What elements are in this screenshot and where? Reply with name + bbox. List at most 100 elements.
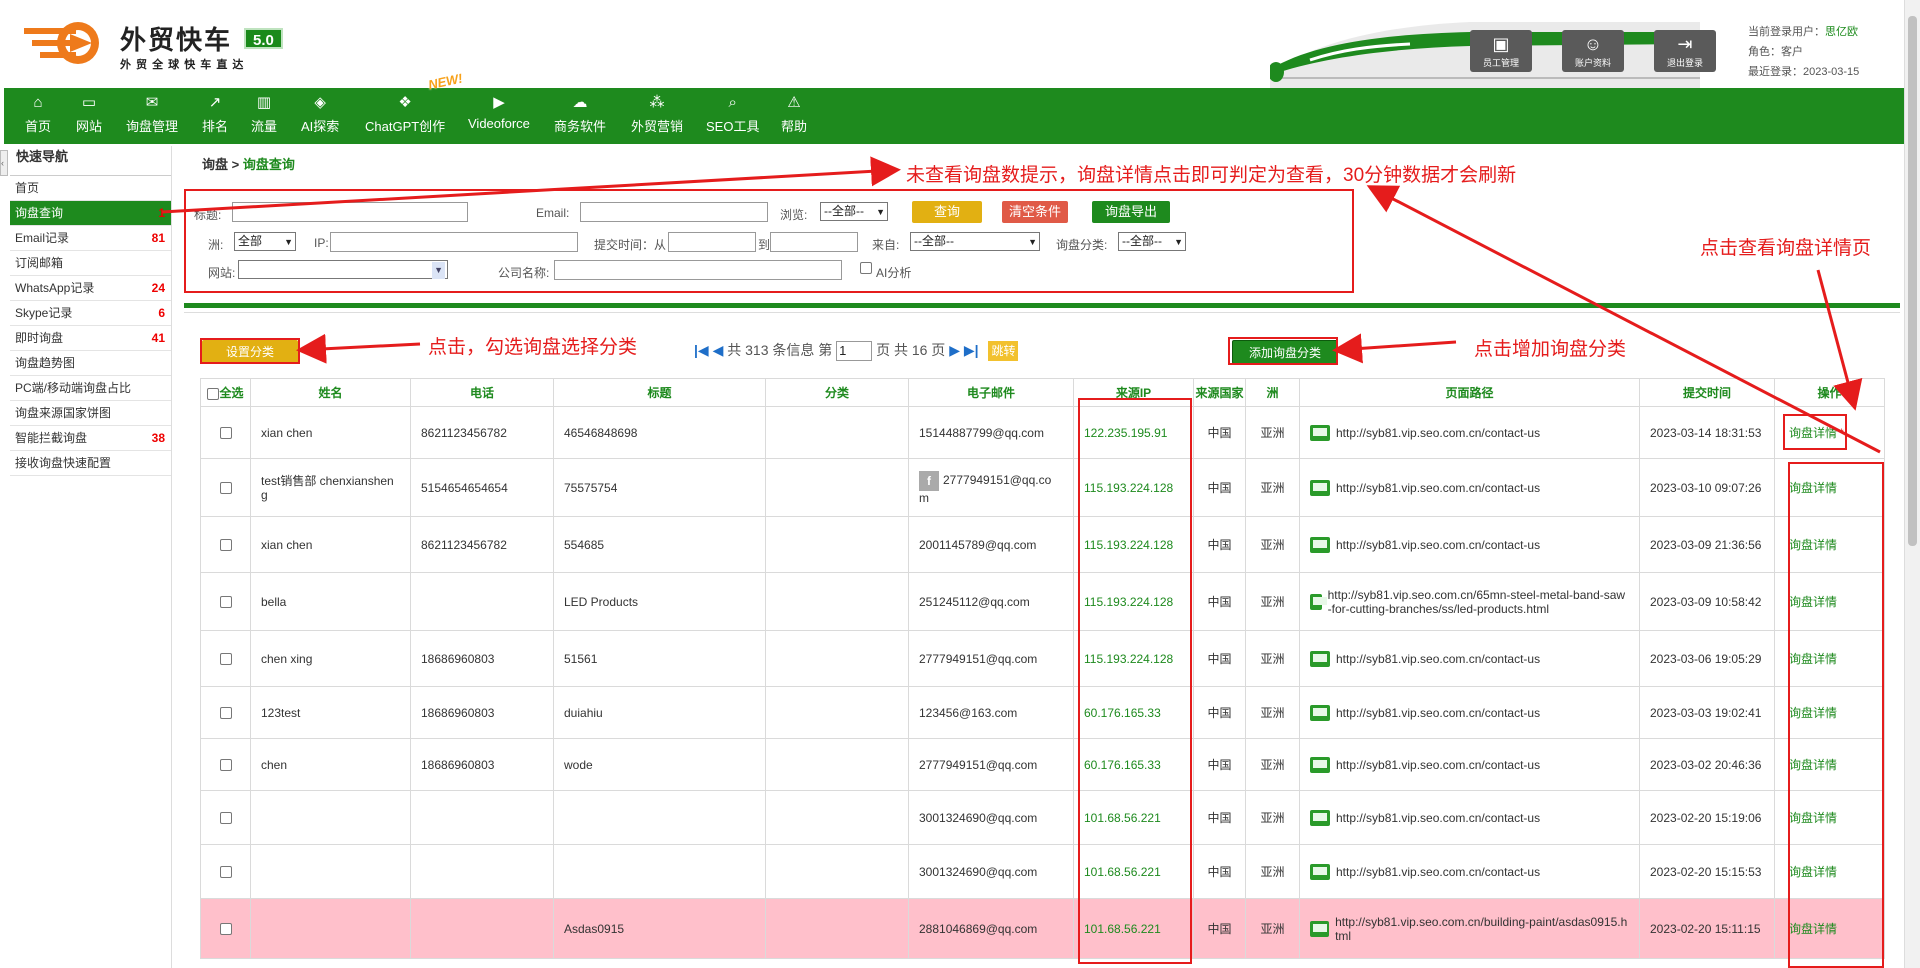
row-checkbox[interactable] — [219, 539, 232, 552]
sidebar-item-11[interactable]: 接收询盘快速配置 — [10, 451, 171, 476]
inquiry-detail-link[interactable]: 询盘详情 — [1789, 865, 1837, 879]
next-page-icon[interactable]: ▶ — [949, 342, 960, 358]
row-checkbox[interactable] — [219, 759, 232, 772]
page-path-link[interactable]: http://syb81.vip.seo.com.cn/contact-us — [1336, 426, 1540, 440]
add-inquiry-category-button[interactable]: 添加询盘分类 — [1232, 340, 1338, 364]
inquiry-detail-link[interactable]: 询盘详情 — [1789, 538, 1837, 552]
inquiry-detail-link[interactable]: 询盘详情 — [1789, 652, 1837, 666]
nav-item-0[interactable]: ⌂ 首页 — [25, 88, 51, 144]
page-path-link[interactable]: http://syb81.vip.seo.com.cn/contact-us — [1336, 652, 1540, 666]
export-inquiries-button[interactable]: 询盘导出 — [1092, 201, 1170, 223]
ip-filter-input[interactable] — [330, 232, 578, 252]
page-path-link[interactable]: http://syb81.vip.seo.com.cn/contact-us — [1336, 811, 1540, 825]
sidebar-item-9[interactable]: 询盘来源国家饼图 — [10, 401, 171, 426]
page-path-link[interactable]: http://syb81.vip.seo.com.cn/contact-us — [1336, 758, 1540, 772]
nav-item-7[interactable]: ▶ Videoforce — [468, 88, 530, 144]
inquiry-detail-link[interactable]: 询盘详情 — [1789, 922, 1837, 936]
row-checkbox[interactable] — [219, 482, 232, 495]
row-checkbox[interactable] — [219, 427, 232, 440]
monitor-icon[interactable] — [1310, 863, 1330, 880]
row-checkbox[interactable] — [219, 707, 232, 720]
breadcrumb-current: 询盘查询 — [242, 157, 295, 172]
page-path-link[interactable]: http://syb81.vip.seo.com.cn/contact-us — [1336, 538, 1540, 552]
logout-button[interactable]: ⇥ 退出登录 — [1654, 30, 1716, 72]
row-checkbox[interactable] — [219, 596, 232, 609]
account-info-button[interactable]: ☺ 账户资料 — [1562, 30, 1624, 72]
action-cell: 询盘详情 — [1774, 790, 1885, 845]
sidebar-item-8[interactable]: PC端/移动端询盘占比 — [10, 376, 171, 401]
row-checkbox[interactable] — [219, 866, 232, 879]
inquiry-detail-link[interactable]: 询盘详情 — [1789, 758, 1837, 772]
monitor-icon[interactable] — [1310, 650, 1330, 667]
monitor-icon[interactable] — [1310, 479, 1330, 496]
nav-item-11[interactable]: ⚠ 帮助 — [781, 88, 807, 144]
continent-filter-select[interactable]: 全部 ▼ — [234, 232, 296, 251]
nav-item-2[interactable]: ✉ 询盘管理 — [126, 88, 178, 144]
last-page-icon[interactable]: ▶| — [964, 342, 979, 358]
inquiry-detail-link[interactable]: 询盘详情 — [1789, 481, 1837, 495]
staff-management-button[interactable]: ▣ 员工管理 — [1470, 30, 1532, 72]
sidebar-item-5[interactable]: Skype记录 6 — [10, 301, 171, 326]
page-path-link[interactable]: http://syb81.vip.seo.com.cn/contact-us — [1336, 481, 1540, 495]
sidebar-item-4[interactable]: WhatsApp记录 24 — [10, 276, 171, 301]
title-filter-input[interactable] — [232, 202, 468, 222]
sidebar-collapse-handle[interactable]: ‹ — [0, 150, 8, 176]
page-path-link[interactable]: http://syb81.vip.seo.com.cn/contact-us — [1336, 865, 1540, 879]
page-number-input[interactable]: 1 — [836, 341, 873, 362]
nav-item-10[interactable]: ⌕ SEO工具 — [706, 88, 759, 144]
clear-conditions-button[interactable]: 清空条件 — [1002, 201, 1068, 223]
category-filter-select[interactable]: --全部-- ▼ — [1118, 232, 1186, 251]
set-category-button[interactable]: 设置分类 — [202, 340, 298, 364]
sidebar-item-10[interactable]: 智能拦截询盘 38 — [10, 426, 171, 451]
name-cell: chen — [250, 738, 411, 791]
monitor-icon[interactable] — [1310, 756, 1330, 773]
first-page-icon[interactable]: |◀ — [694, 342, 709, 358]
nav-item-9[interactable]: ⁂ 外贸营销 — [631, 88, 683, 144]
nav-item-3[interactable]: ↗ 排名 — [202, 88, 228, 144]
submit-time-to-input[interactable] — [770, 232, 858, 252]
browse-filter-select[interactable]: --全部-- ▼ — [820, 202, 888, 221]
inquiry-detail-link[interactable]: 询盘详情 — [1789, 811, 1837, 825]
monitor-icon[interactable] — [1310, 809, 1330, 826]
sidebar-item-6[interactable]: 即时询盘 41 — [10, 326, 171, 351]
nav-item-6[interactable]: ❖ ChatGPT创作 — [365, 88, 445, 144]
page-path-link[interactable]: http://syb81.vip.seo.com.cn/building-pai… — [1335, 915, 1629, 943]
email-filter-input[interactable] — [580, 202, 768, 222]
select-all-checkbox[interactable] — [207, 387, 220, 400]
sidebar-item-1[interactable]: 询盘查询 1 — [10, 201, 171, 226]
monitor-icon[interactable] — [1310, 536, 1330, 553]
sidebar-item-0[interactable]: 首页 — [10, 176, 171, 201]
inquiry-detail-link[interactable]: 询盘详情 — [1789, 595, 1837, 609]
nav-item-5[interactable]: ◈ AI探索 — [301, 88, 339, 144]
inquiry-detail-link[interactable]: 询盘详情 — [1789, 706, 1837, 720]
scrollbar-thumb[interactable] — [1908, 16, 1917, 546]
query-button[interactable]: 查询 — [912, 201, 982, 223]
row-checkbox[interactable] — [219, 812, 232, 825]
prev-page-icon[interactable]: ◀ — [713, 342, 724, 358]
submit-time-from-input[interactable] — [668, 232, 756, 252]
page-path-link[interactable]: http://syb81.vip.seo.com.cn/65mn-steel-m… — [1328, 588, 1629, 616]
monitor-icon[interactable] — [1310, 424, 1330, 441]
nav-item-4[interactable]: ▥ 流量 — [251, 88, 277, 144]
logo[interactable]: 外贸快车 外 贸 全 球 快 车 直 达 5.0 — [22, 14, 322, 74]
nav-item-1[interactable]: ▭ 网站 — [76, 88, 102, 144]
row-checkbox[interactable] — [219, 653, 232, 666]
jump-button[interactable]: 跳转 — [988, 341, 1019, 361]
from-filter-select[interactable]: --全部-- ▼ — [910, 232, 1040, 251]
page-scrollbar[interactable] — [1904, 0, 1920, 968]
sidebar-item-label: 智能拦截询盘 — [15, 431, 88, 445]
website-filter-select[interactable]: ▼ — [238, 260, 448, 279]
nav-item-8[interactable]: ☁ 商务软件 — [554, 88, 606, 144]
monitor-icon[interactable] — [1310, 920, 1330, 937]
company-name-input[interactable] — [554, 260, 842, 280]
inquiry-detail-link[interactable]: 询盘详情 — [1789, 426, 1837, 440]
sidebar-item-3[interactable]: 订阅邮箱 — [10, 251, 171, 276]
breadcrumb-root[interactable]: 询盘 — [202, 157, 228, 172]
sidebar-item-7[interactable]: 询盘趋势图 — [10, 351, 171, 376]
monitor-icon[interactable] — [1310, 593, 1327, 610]
page-path-link[interactable]: http://syb81.vip.seo.com.cn/contact-us — [1336, 706, 1540, 720]
monitor-icon[interactable] — [1310, 704, 1330, 721]
row-checkbox[interactable] — [219, 923, 232, 936]
ai-analysis-checkbox[interactable] — [860, 262, 872, 274]
sidebar-item-2[interactable]: Email记录 81 — [10, 226, 171, 251]
